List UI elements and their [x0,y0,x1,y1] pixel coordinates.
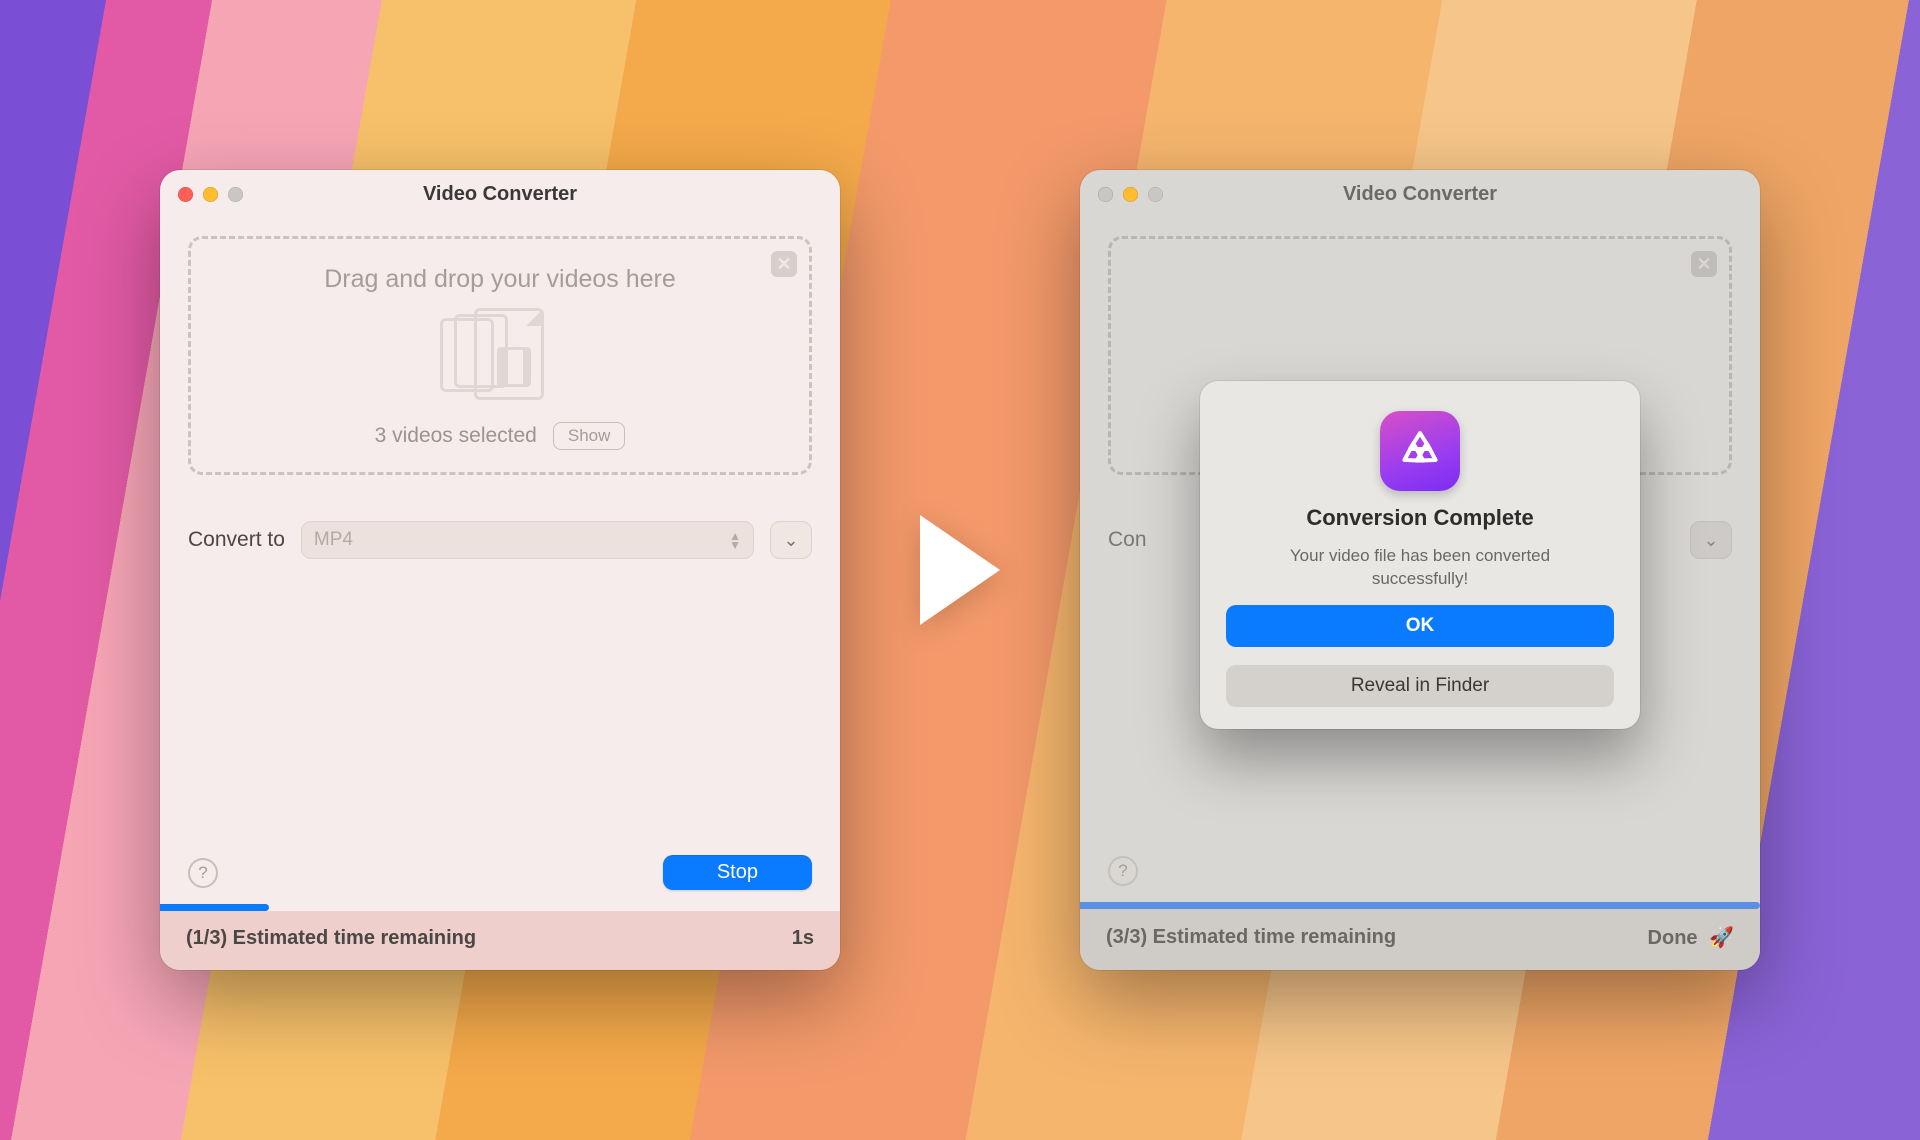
updown-icon: ▲▼ [729,532,741,549]
arrow-icon [920,515,1000,625]
dialog-message: Your video file has been converted succe… [1255,545,1585,591]
convert-label: Convert to [188,528,285,552]
format-value: MP4 [314,529,353,551]
convert-row: Convert to MP4 ▲▼ ⌄ [188,521,812,559]
toolbar: ? Stop [188,837,812,904]
window-after: Video Converter ✕ Drag and drop your vid… [1080,170,1760,970]
selected-count: 3 videos selected [375,424,537,448]
dropzone[interactable]: ✕ Drag and drop your videos here 3 video… [188,236,812,475]
show-button[interactable]: Show [553,422,626,450]
conversion-complete-dialog: Conversion Complete Your video file has … [1200,381,1640,729]
status-label: (1/3) Estimated time remaining [186,927,476,950]
format-select[interactable]: MP4 ▲▼ [301,521,754,559]
status-value: 1s [792,927,814,950]
progress-fill [160,904,269,911]
dropzone-hint: Drag and drop your videos here [324,265,676,294]
recycle-arrows-icon [1396,427,1444,475]
files-icon [440,308,560,408]
window-before: Video Converter ✕ Drag and drop your vid… [160,170,840,970]
app-icon [1380,411,1460,491]
clear-dropzone-icon[interactable]: ✕ [771,251,797,277]
ok-button[interactable]: OK [1226,605,1614,647]
window-title: Video Converter [160,183,840,206]
dialog-title: Conversion Complete [1306,505,1533,531]
reveal-button[interactable]: Reveal in Finder [1226,665,1614,707]
help-button[interactable]: ? [188,858,218,888]
progress-track [160,904,840,911]
status-bar: (1/3) Estimated time remaining 1s [160,911,840,970]
stop-button[interactable]: Stop [663,855,812,890]
advanced-toggle[interactable]: ⌄ [770,521,812,559]
modal-backdrop: Conversion Complete Your video file has … [1080,170,1760,970]
chevron-down-icon: ⌄ [783,530,798,551]
selection-row: 3 videos selected Show [375,422,626,450]
titlebar: Video Converter [160,170,840,218]
window-body: ✕ Drag and drop your videos here 3 video… [160,218,840,904]
